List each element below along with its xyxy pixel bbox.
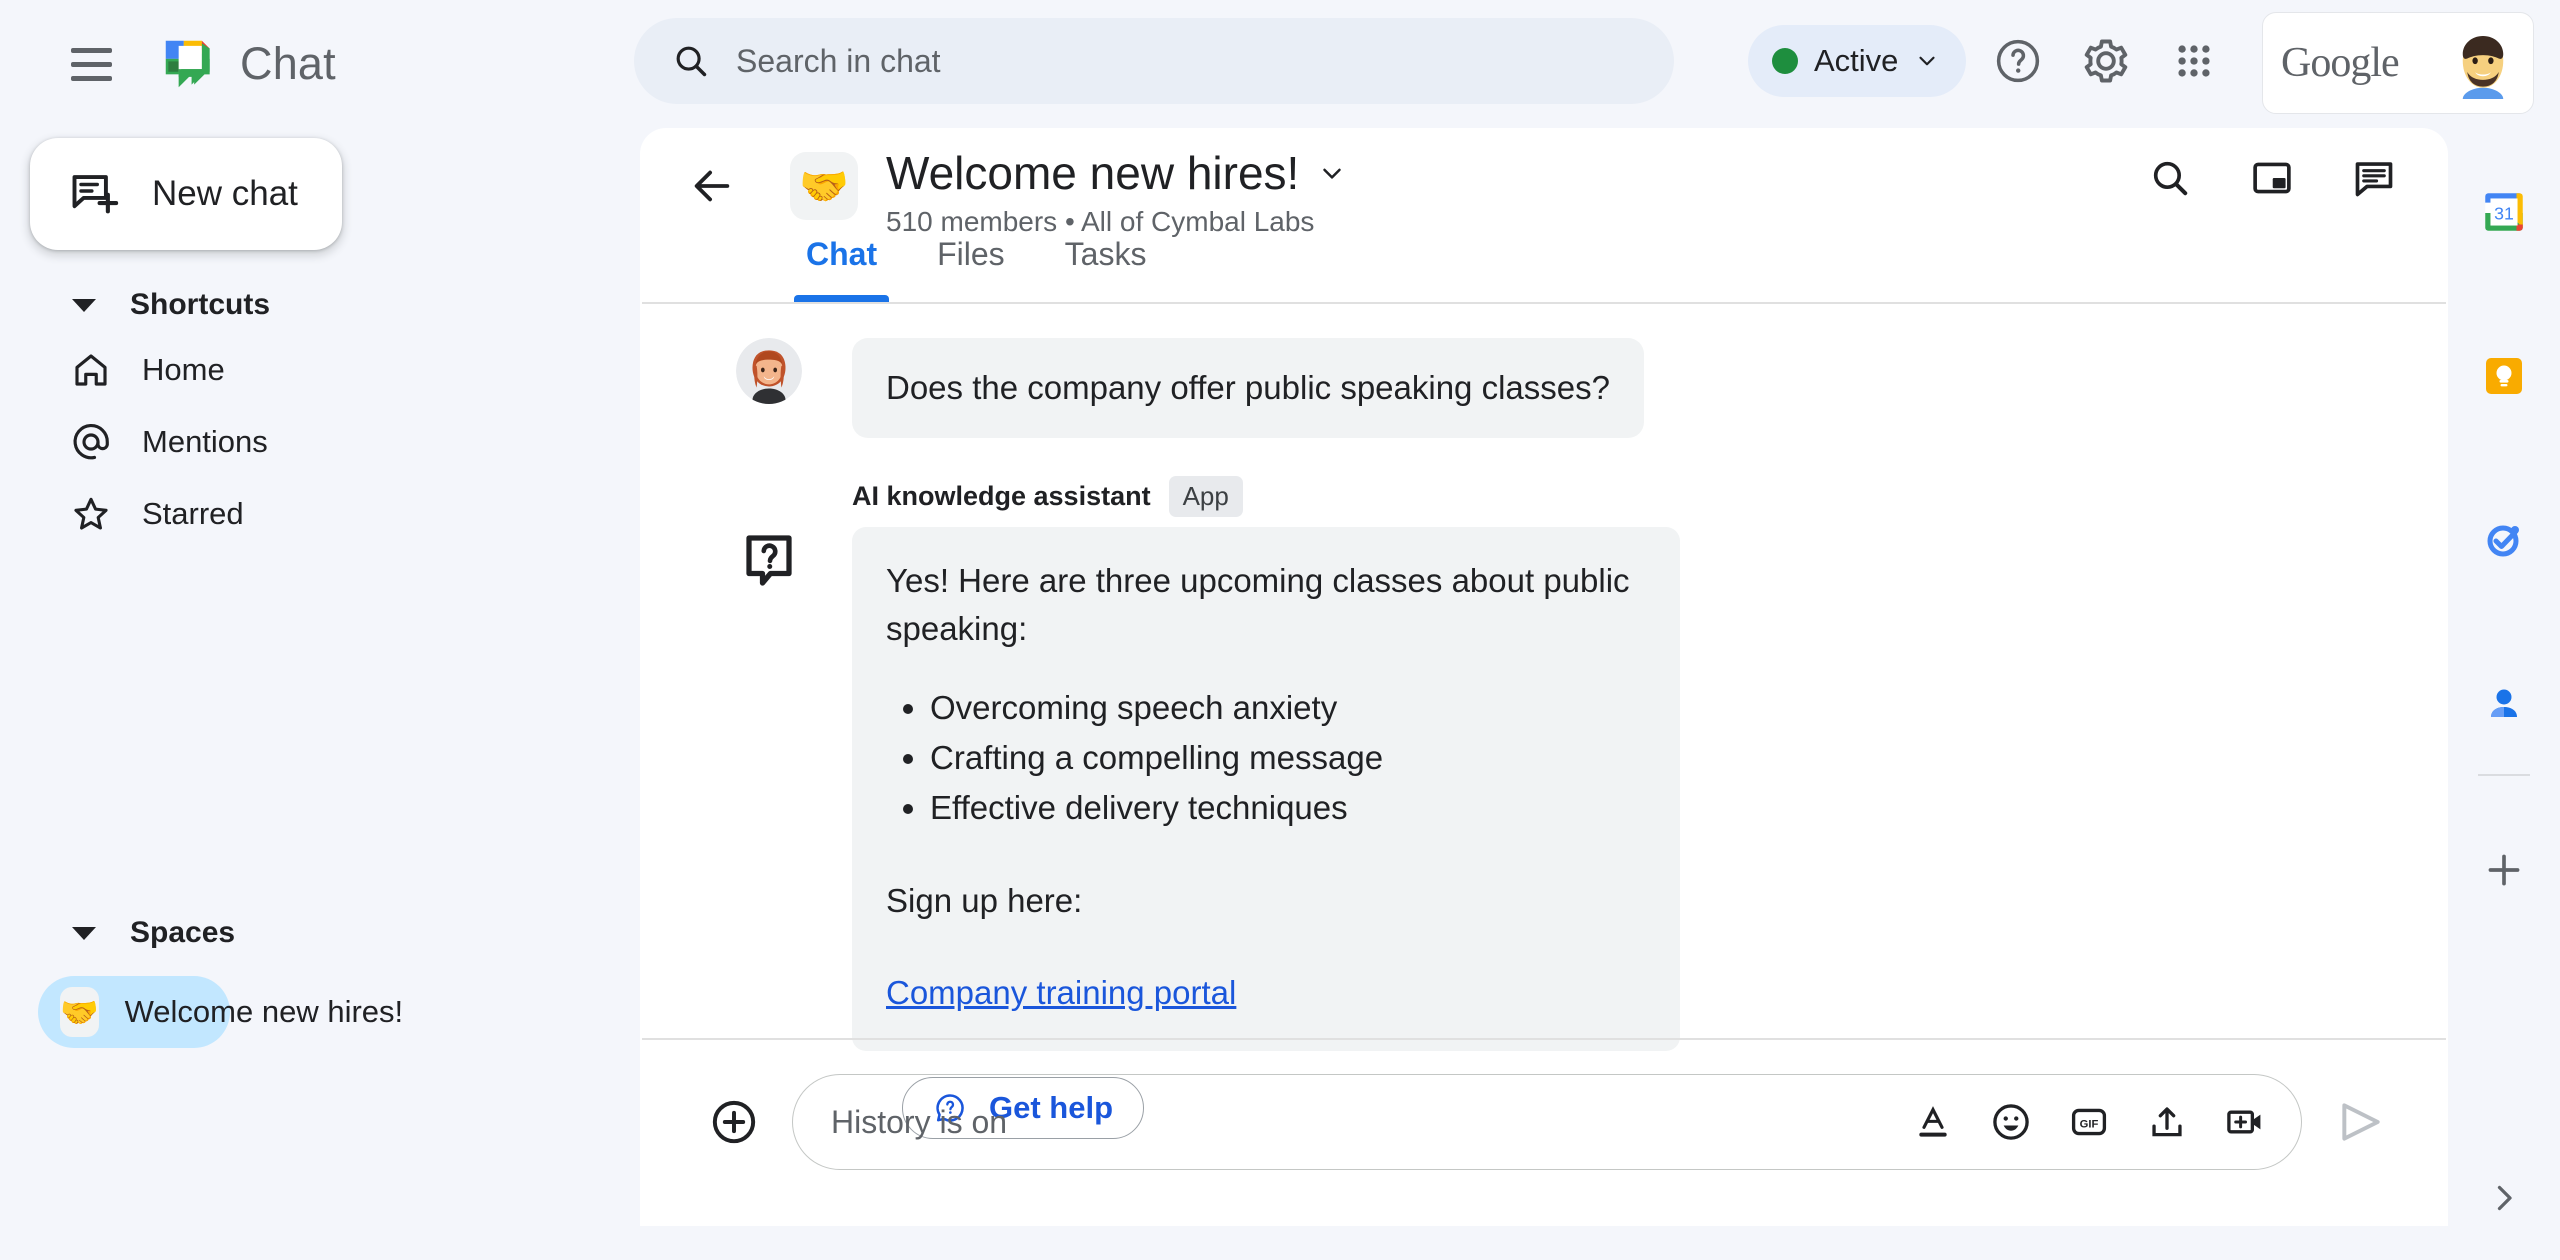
sidebar-item-home[interactable]: Home: [0, 334, 354, 406]
upload-icon[interactable]: [2139, 1094, 2195, 1150]
add-video-icon[interactable]: [2217, 1094, 2273, 1150]
tab-files[interactable]: Files: [907, 236, 1035, 302]
new-chat-button[interactable]: New chat: [30, 138, 342, 250]
sidebar-item-label: Mentions: [142, 424, 268, 459]
sidebar-item-starred[interactable]: Starred: [0, 478, 354, 550]
message-input[interactable]: History is on GIF: [792, 1074, 2302, 1170]
sidebar-item-welcome-new-hires[interactable]: 🤝 Welcome new hires!: [38, 976, 403, 1048]
right-rail: 31: [2448, 128, 2560, 1260]
google-keep-icon[interactable]: [2448, 320, 2560, 432]
sidebar-item-mentions[interactable]: Mentions: [0, 406, 354, 478]
send-icon: [2342, 1103, 2380, 1141]
class-list: Overcoming speech anxiety Crafting a com…: [930, 683, 1646, 833]
app-badge: App: [1168, 475, 1243, 517]
format-text-icon[interactable]: [1905, 1094, 1961, 1150]
emoji-icon[interactable]: [1983, 1094, 2039, 1150]
add-circle-icon[interactable]: [706, 1094, 762, 1150]
tab-chat[interactable]: Chat: [776, 236, 907, 302]
spaces-section-header[interactable]: Spaces: [0, 904, 634, 962]
home-icon: [75, 354, 107, 386]
at-mention-icon: [73, 423, 109, 460]
page-title: Welcome new hires!: [886, 147, 1300, 199]
tab-active-indicator: [794, 295, 890, 302]
message-bubble: Does the company offer public speaking c…: [852, 338, 1644, 438]
sidebar-item-label: Starred: [142, 496, 244, 531]
signup-text: Sign up here:: [886, 882, 1083, 919]
list-item: Crafting a compelling message: [930, 733, 1646, 783]
apps-grid-icon[interactable]: [2161, 28, 2227, 94]
spaces-label: Spaces: [130, 916, 236, 949]
space-identity[interactable]: 🤝 Welcome new hires! 510 members • All o…: [790, 146, 1347, 238]
message-thread: Does the company offer public speaking c…: [640, 304, 2448, 1139]
shortcuts-section-header[interactable]: Shortcuts: [0, 276, 634, 334]
star-icon: [74, 497, 108, 530]
search-placeholder: Search in chat: [736, 42, 941, 79]
status-dot-icon: [1772, 48, 1798, 74]
search-icon: [676, 46, 707, 77]
caret-down-icon: [72, 298, 96, 312]
google-chat-app: Chat Search in chat Active Google New ch…: [0, 0, 2560, 1260]
space-header-actions: [2142, 150, 2402, 206]
expand-panel-button[interactable]: [2448, 1162, 2560, 1234]
sidebar-item-label: Home: [142, 352, 225, 387]
send-button[interactable]: [2332, 1093, 2390, 1151]
message-bubble: Yes! Here are three upcoming classes abo…: [852, 526, 1680, 1051]
shortcuts-label: Shortcuts: [130, 288, 271, 321]
space-item-label: Welcome new hires!: [124, 994, 404, 1029]
account-button[interactable]: Google: [2262, 12, 2534, 114]
tab-label: Files: [937, 236, 1005, 272]
top-bar: Chat Search in chat Active Google: [0, 0, 2560, 128]
calendar-day-label: 31: [2494, 203, 2514, 223]
search-input[interactable]: Search in chat: [634, 18, 1674, 104]
rail-divider: [2478, 774, 2530, 776]
status-button[interactable]: Active: [1748, 25, 1967, 97]
new-chat-label: New chat: [152, 174, 298, 213]
main-panel: 🤝 Welcome new hires! 510 members • All o…: [640, 128, 2448, 1226]
help-circle-icon[interactable]: [1985, 28, 2051, 94]
picture-in-picture-icon[interactable]: [2244, 150, 2300, 206]
sidebar: New chat Shortcuts Home Mentions Starred…: [0, 128, 634, 1260]
back-arrow-icon[interactable]: [688, 162, 736, 210]
status-label: Active: [1814, 43, 1899, 78]
brand: Chat: [158, 33, 336, 95]
list-item: Overcoming speech anxiety: [930, 683, 1646, 733]
plus-icon[interactable]: [2448, 814, 2560, 926]
google-tasks-icon[interactable]: [2448, 484, 2560, 596]
message-input-placeholder: History is on: [831, 1103, 1008, 1140]
message-user: Does the company offer public speaking c…: [640, 338, 2448, 438]
google-contacts-icon[interactable]: [2448, 648, 2560, 760]
space-header: 🤝 Welcome new hires! 510 members • All o…: [640, 128, 2448, 238]
chevron-right-icon: [2497, 1185, 2512, 1211]
handshake-icon: 🤝: [60, 987, 99, 1037]
company-training-portal-link[interactable]: Company training portal: [886, 969, 1236, 1017]
app-sender-name: AI knowledge assistant: [852, 480, 1151, 511]
handshake-icon: 🤝: [790, 152, 858, 220]
question-bubble-icon: [736, 527, 802, 593]
app-title: Chat: [240, 38, 336, 89]
space-subtitle: 510 members • All of Cymbal Labs: [886, 206, 1315, 237]
google-wordmark: Google: [2281, 40, 2400, 86]
tab-label: Tasks: [1064, 236, 1147, 272]
google-chat-logo: [165, 40, 210, 88]
gear-icon[interactable]: [2073, 28, 2139, 94]
google-calendar-icon[interactable]: 31: [2448, 156, 2560, 268]
svg-text:GIF: GIF: [2080, 1118, 2099, 1130]
chevron-down-icon[interactable]: [1317, 158, 1347, 188]
list-item: Effective delivery techniques: [930, 783, 1646, 833]
avatar: [736, 338, 802, 404]
app-message-intro: Yes! Here are three upcoming classes abo…: [886, 561, 1630, 647]
hamburger-menu-icon[interactable]: [52, 25, 130, 103]
composer: History is on GIF: [640, 1038, 2448, 1170]
caret-down-icon: [72, 926, 96, 940]
tab-label: Chat: [806, 236, 878, 272]
space-tabs: Chat Files Tasks: [776, 236, 2448, 302]
avatar: [2447, 27, 2519, 99]
tab-tasks[interactable]: Tasks: [1035, 236, 1177, 302]
gif-icon[interactable]: GIF: [2061, 1094, 2117, 1150]
chat-pane-icon[interactable]: [2346, 150, 2402, 206]
app-sender-row: AI knowledge assistant App: [852, 475, 2448, 517]
chevron-down-icon: [1919, 56, 1936, 66]
search-icon[interactable]: [2142, 150, 2198, 206]
new-chat-icon: [72, 175, 119, 214]
